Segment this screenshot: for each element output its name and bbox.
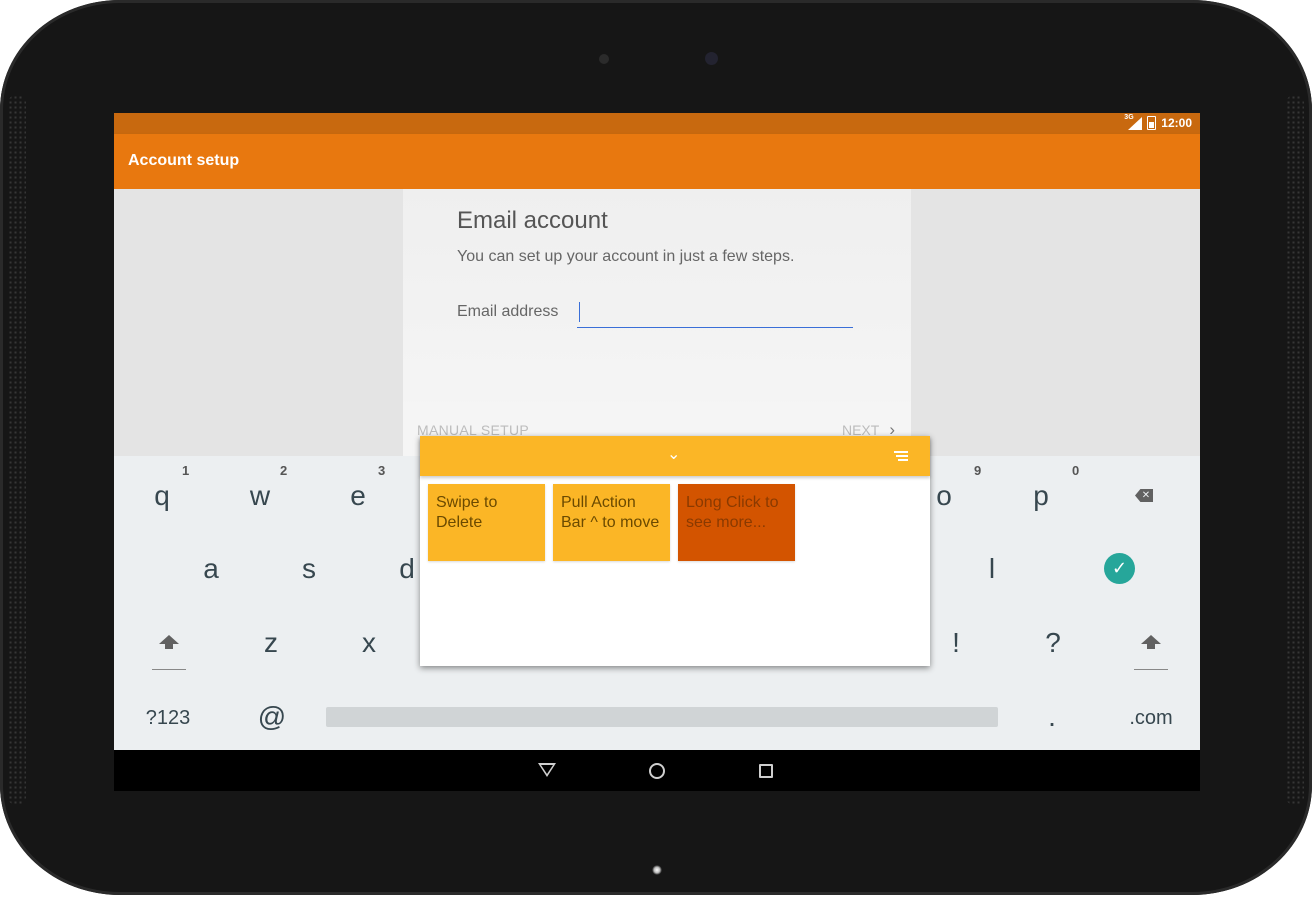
home-led: [652, 865, 662, 875]
popup-action-bar[interactable]: ⌄: [420, 436, 930, 476]
note-long-click[interactable]: Long Click to see more...: [678, 484, 795, 561]
symbols-key[interactable]: ?123: [138, 707, 198, 730]
shift-left-icon[interactable]: [151, 635, 187, 670]
enter-check-icon[interactable]: ✓: [1104, 553, 1135, 584]
spacebar[interactable]: [326, 707, 998, 727]
key-s[interactable]: s: [279, 553, 339, 585]
backspace-icon[interactable]: ✕: [1135, 489, 1153, 502]
status-time: 12:00: [1161, 116, 1192, 130]
key-l[interactable]: l: [962, 553, 1022, 585]
navigation-bar: [114, 750, 1200, 791]
key-question[interactable]: ?: [1023, 627, 1083, 659]
shift-right-icon[interactable]: [1133, 635, 1169, 670]
key-period[interactable]: .: [1022, 701, 1082, 733]
account-setup-card: Email account You can set up your accoun…: [403, 189, 911, 457]
key-exclamation[interactable]: !: [926, 627, 986, 659]
page-title: Account setup: [128, 152, 240, 169]
chevron-down-icon[interactable]: ⌄: [667, 444, 680, 463]
note-pull-action-bar[interactable]: Pull Action Bar ^ to move: [553, 484, 670, 561]
email-label: Email address: [457, 303, 559, 320]
front-camera: [705, 52, 718, 65]
key-x[interactable]: x: [339, 627, 399, 659]
signal-icon: 3G: [1124, 114, 1143, 130]
dotcom-key[interactable]: .com: [1121, 707, 1181, 730]
key-z[interactable]: z: [241, 627, 301, 659]
menu-icon[interactable]: [894, 451, 908, 463]
recents-icon[interactable]: [759, 764, 773, 778]
sticky-notes-popup: ⌄ Swipe to Delete Pull Action Bar ^ to m…: [420, 436, 930, 666]
left-gutter: [114, 189, 403, 457]
key-e[interactable]: e 3: [328, 463, 388, 512]
screen: 3G 12:00 Account setup Email account You…: [114, 113, 1200, 791]
status-bar: 3G 12:00: [114, 113, 1200, 134]
app-bar: Account setup: [114, 134, 1200, 189]
right-speaker-grille: [1286, 95, 1304, 805]
email-field[interactable]: [577, 297, 853, 328]
note-swipe-to-delete[interactable]: Swipe to Delete: [428, 484, 545, 561]
key-at[interactable]: @: [242, 701, 302, 733]
card-subtitle: You can set up your account in just a fe…: [457, 248, 795, 265]
key-w[interactable]: w 2: [230, 463, 290, 512]
home-icon[interactable]: [649, 763, 665, 779]
tablet-device: 3G 12:00 Account setup Email account You…: [0, 0, 1312, 895]
key-a[interactable]: a: [181, 553, 241, 585]
text-cursor: [579, 302, 580, 322]
battery-icon: [1147, 116, 1157, 130]
key-q[interactable]: q 1: [132, 463, 192, 512]
card-title: Email account: [457, 207, 608, 234]
right-gutter: [911, 189, 1200, 457]
sensor-dot: [599, 54, 609, 64]
back-icon[interactable]: [538, 763, 556, 777]
key-p[interactable]: p 0: [1011, 463, 1079, 512]
left-speaker-grille: [8, 95, 26, 805]
